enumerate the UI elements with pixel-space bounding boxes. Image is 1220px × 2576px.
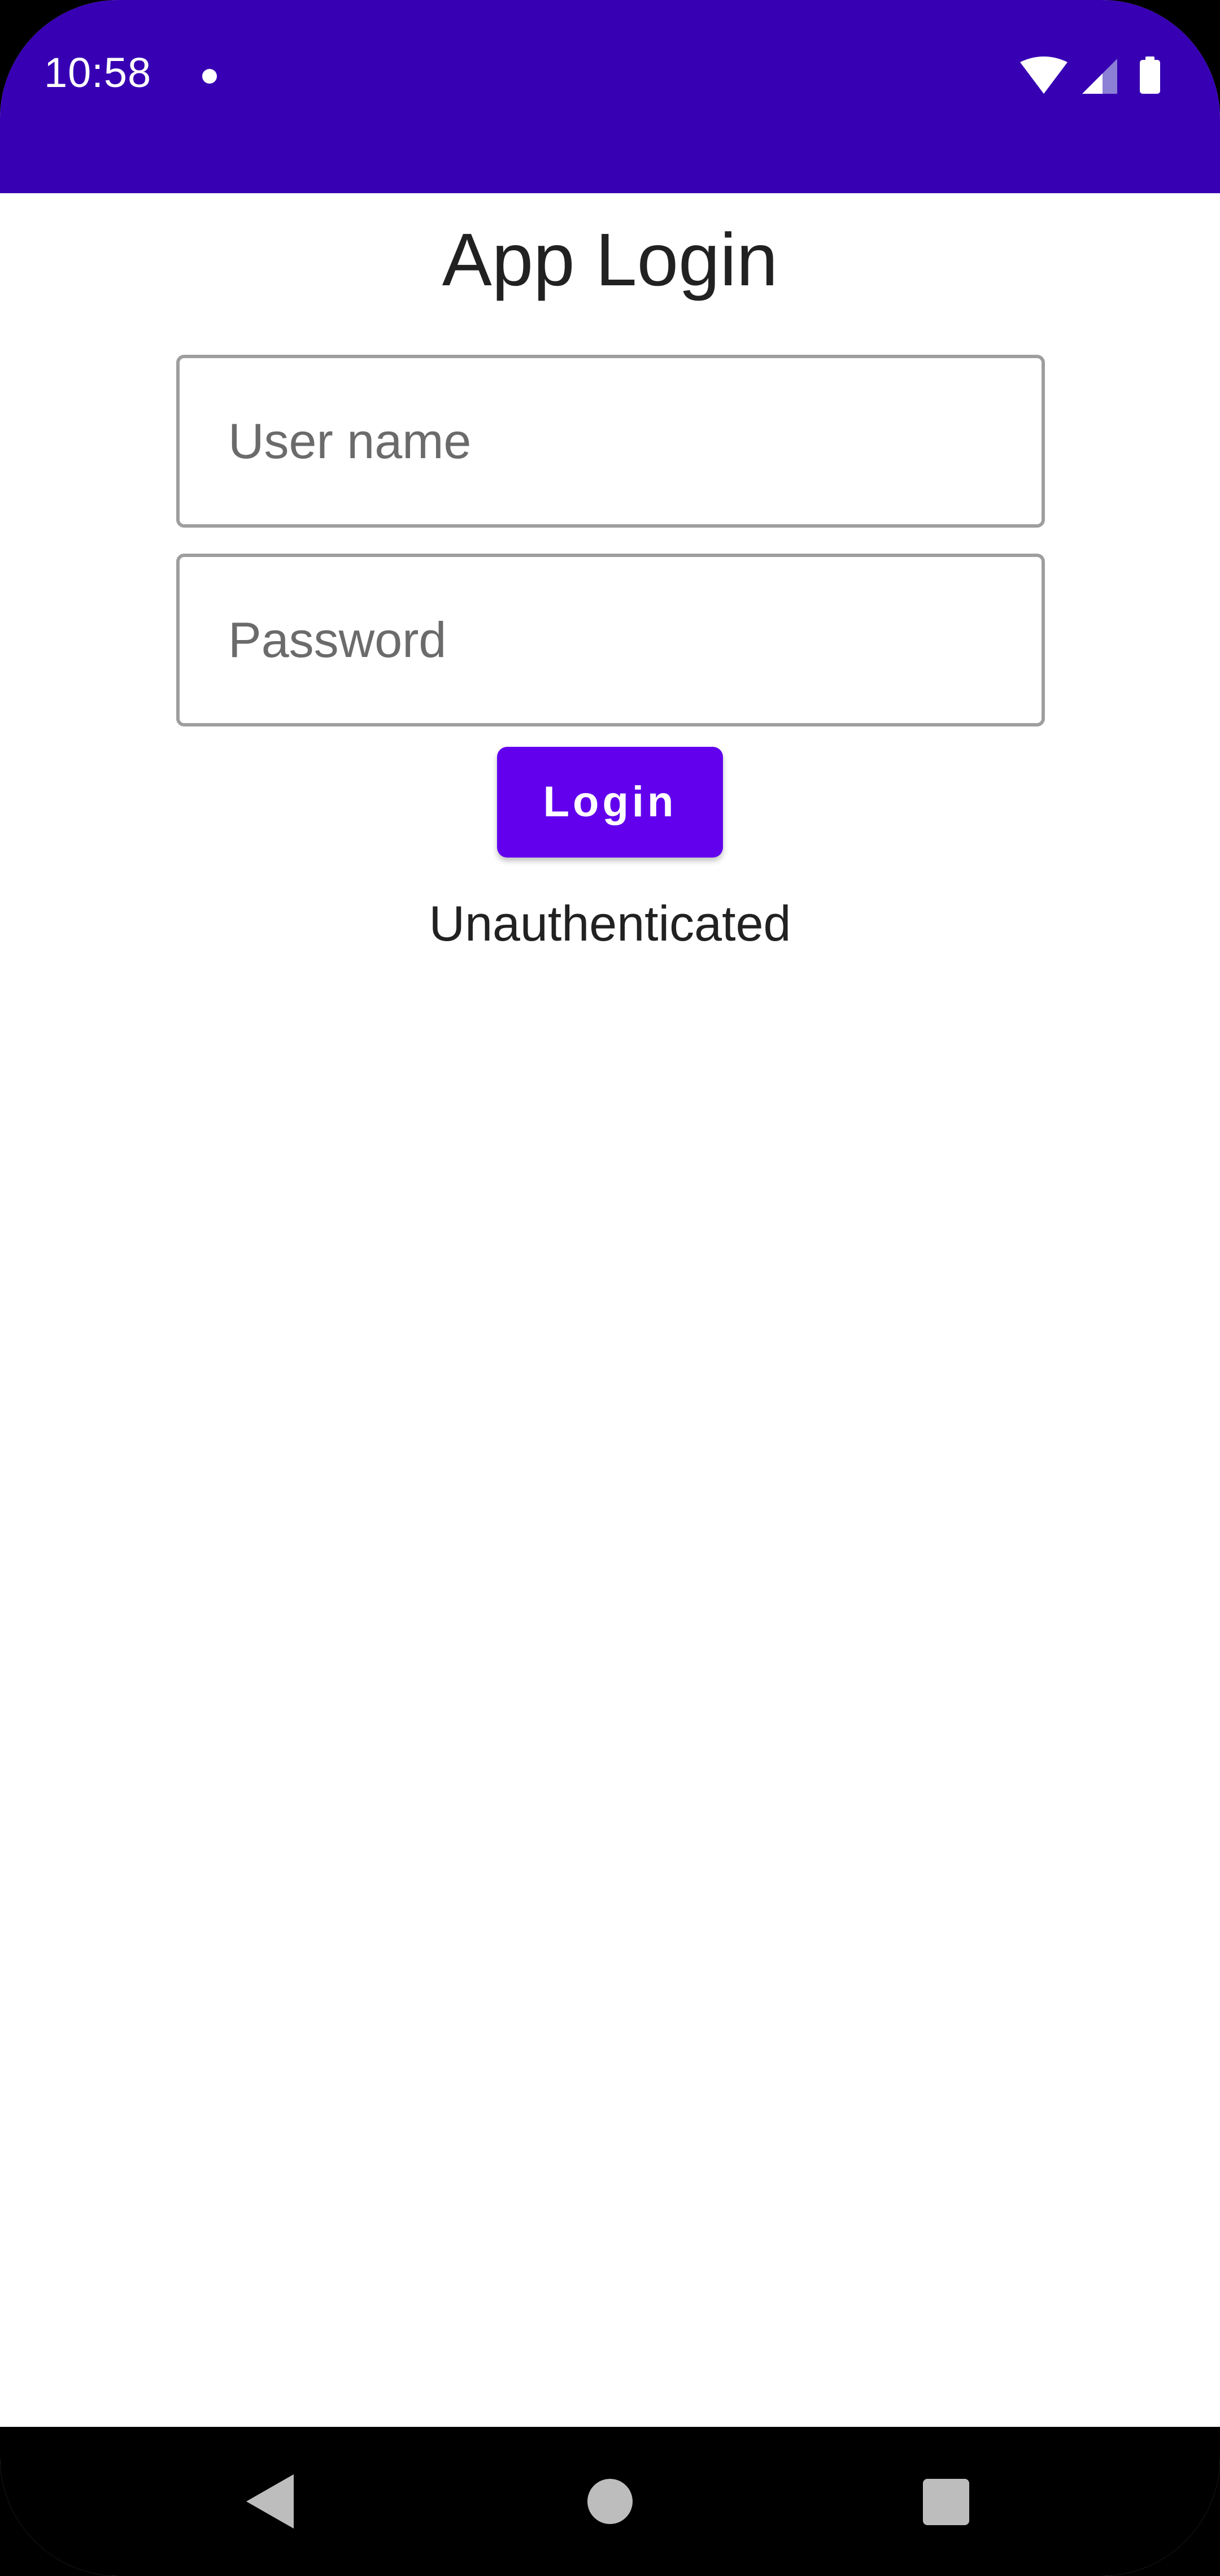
status-icons (1018, 54, 1176, 99)
navigation-bar (0, 2427, 1220, 2576)
notification-dot-icon (202, 69, 217, 84)
password-input[interactable] (180, 557, 1042, 723)
cellular-signal-icon (1082, 59, 1117, 94)
home-icon[interactable] (587, 2479, 633, 2524)
back-icon[interactable] (246, 2474, 296, 2529)
wifi-icon (1020, 56, 1068, 94)
status-time: 10:58 (44, 49, 152, 96)
login-button[interactable]: Login (497, 747, 723, 858)
username-field[interactable] (176, 355, 1045, 528)
password-field[interactable] (176, 554, 1045, 726)
page-title: App Login (442, 218, 778, 301)
phone-screen: 10:58 App Login User name Login Unauthen… (0, 0, 1220, 2576)
status-bar: 10:58 (0, 0, 1220, 193)
recents-icon[interactable] (923, 2479, 969, 2525)
username-input[interactable] (180, 358, 1042, 524)
auth-status-text: Unauthenticated (429, 895, 791, 951)
battery-icon (1140, 56, 1160, 94)
